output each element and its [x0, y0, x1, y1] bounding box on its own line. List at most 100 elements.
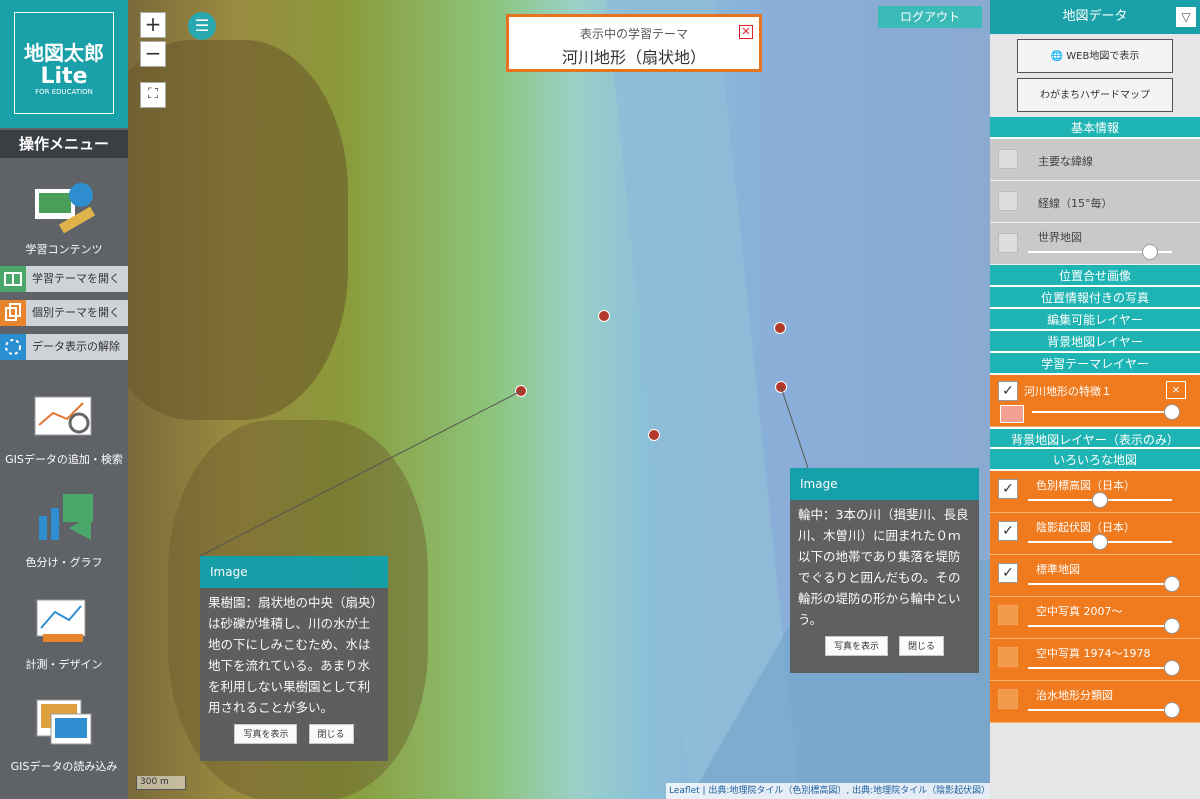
- slider-thumb[interactable]: [1164, 618, 1180, 634]
- popup-left-body: 果樹園：扇状地の中央（扇央）は砂礫が堆積し、川の水が土地の下にしみこむため、水は…: [208, 595, 377, 715]
- book-icon: [0, 266, 26, 292]
- menu-learning-contents[interactable]: 学習コンテンツ: [0, 165, 128, 265]
- menu-color-graph[interactable]: 色分け・グラフ: [0, 478, 128, 578]
- popup-left-close-button[interactable]: 閉じる: [308, 724, 354, 744]
- layer-checkbox[interactable]: [998, 689, 1018, 709]
- layer-checkbox[interactable]: [998, 233, 1018, 253]
- popup-right-header: Image: [790, 468, 979, 500]
- folder-icon: [29, 692, 99, 752]
- layer-checkbox[interactable]: ✓: [998, 521, 1018, 541]
- chevron-down-icon[interactable]: ▽: [1176, 7, 1196, 27]
- popup-right-close-button[interactable]: 閉じる: [899, 636, 945, 656]
- section-editable-layer[interactable]: 編集可能レイヤー: [990, 309, 1200, 331]
- section-various-maps[interactable]: いろいろな地図: [990, 449, 1200, 471]
- section-background-layer[interactable]: 背景地図レイヤー: [990, 331, 1200, 353]
- layer-label: 色別標高図（日本）: [1036, 479, 1135, 492]
- logo-tagline: FOR EDUCATION: [35, 88, 93, 96]
- theme-layer-color-swatch[interactable]: [1000, 405, 1024, 423]
- layer-checkbox[interactable]: [998, 605, 1018, 625]
- theme-layer-label: 河川地形の特徴１: [1024, 385, 1112, 398]
- layer-label: 主要な緯線: [1038, 155, 1093, 168]
- map-attribution: Leaflet | 出典:地理院タイル（色別標高図）, 出典:地理院タイル（陰影…: [666, 783, 990, 799]
- slider-thumb[interactable]: [1164, 702, 1180, 718]
- hazard-map-button[interactable]: わがまちハザードマップ: [1017, 78, 1173, 112]
- theme-layer-row[interactable]: ✓ 河川地形の特徴１ ×: [990, 375, 1200, 427]
- layer-row-color-elevation[interactable]: ✓ 色別標高図（日本）: [990, 471, 1200, 513]
- slider-thumb[interactable]: [1092, 534, 1108, 550]
- popup-right: Image 輪中：3本の川（揖斐川、長良川、木曽川）に囲まれた０ｍ以下の地帯であ…: [790, 468, 979, 673]
- layer-label: 陰影起伏図（日本）: [1036, 521, 1135, 534]
- slider-thumb[interactable]: [1142, 244, 1159, 260]
- gis-search-icon: [29, 385, 99, 445]
- menu-open-individual-theme[interactable]: 個別テーマを開く: [0, 300, 128, 326]
- theme-layer-remove-button[interactable]: ×: [1166, 381, 1186, 399]
- right-panel: 地図データ ▽ 🌐 WEB地図で表示 わがまちハザードマップ 基本情報 主要な緯…: [990, 0, 1200, 799]
- layer-checkbox[interactable]: [998, 149, 1018, 169]
- web-map-button-label: WEB地図で表示: [1066, 51, 1140, 62]
- menu-open-individual-theme-label: 個別テーマを開く: [32, 306, 120, 319]
- opacity-slider[interactable]: [1028, 702, 1180, 718]
- opacity-slider[interactable]: [1028, 534, 1172, 550]
- popup-right-show-photo-button[interactable]: 写真を表示: [824, 636, 888, 656]
- layer-label: 標準地図: [1036, 563, 1080, 576]
- logo-subtitle: Lite: [40, 64, 88, 89]
- learning-contents-icon: [29, 175, 99, 235]
- layer-checkbox[interactable]: ✓: [998, 563, 1018, 583]
- layer-checkbox[interactable]: ✓: [998, 479, 1018, 499]
- left-sidebar: 地図太郎 Lite FOR EDUCATION 操作メニュー 学習コンテンツ 学…: [0, 0, 128, 799]
- layer-checkbox[interactable]: [998, 647, 1018, 667]
- map-data-header: 地図データ ▽: [990, 0, 1200, 34]
- map-data-title: 地図データ: [1062, 9, 1128, 24]
- opacity-slider[interactable]: [1028, 660, 1180, 676]
- menu-color-graph-label: 色分け・グラフ: [25, 556, 103, 569]
- popup-left: Image 果樹園：扇状地の中央（扇央）は砂礫が堆積し、川の水が土地の下にしみこ…: [200, 556, 388, 761]
- menu-clear-data-label: データ表示の解除: [32, 340, 120, 353]
- web-map-button[interactable]: 🌐 WEB地図で表示: [1017, 39, 1173, 73]
- menu-open-learning-theme-label: 学習テーマを開く: [32, 272, 120, 285]
- section-background-display-only[interactable]: 背景地図レイヤー（表示のみ）: [990, 427, 1200, 449]
- layer-label: 経線（15°毎）: [1038, 197, 1113, 210]
- layer-row-major-latitudes[interactable]: 主要な緯線: [990, 139, 1200, 181]
- copy-icon: [0, 300, 26, 326]
- layer-row-world-map[interactable]: 世界地図: [990, 223, 1200, 265]
- spinner-icon: [0, 334, 26, 360]
- logo-title: 地図太郎: [24, 41, 104, 65]
- layer-checkbox[interactable]: [998, 191, 1018, 211]
- layer-checkbox[interactable]: ✓: [998, 381, 1018, 401]
- layer-row-standard-map[interactable]: ✓ 標準地図: [990, 555, 1200, 597]
- check-icon: ✓: [1002, 565, 1014, 581]
- opacity-slider[interactable]: [1028, 244, 1172, 260]
- ruler-icon: [29, 590, 99, 650]
- layer-row-meridians[interactable]: 経線（15°毎）: [990, 181, 1200, 223]
- menu-open-learning-theme[interactable]: 学習テーマを開く: [0, 266, 128, 292]
- layer-label: 世界地図: [1038, 231, 1082, 244]
- opacity-slider[interactable]: [1032, 404, 1180, 420]
- menu-gis-load[interactable]: GISデータの読み込み: [0, 682, 128, 782]
- popup-left-header: Image: [200, 556, 388, 588]
- menu-clear-data[interactable]: データ表示の解除: [0, 334, 128, 360]
- slider-thumb[interactable]: [1164, 660, 1180, 676]
- opacity-slider[interactable]: [1028, 576, 1180, 592]
- popup-left-show-photo-button[interactable]: 写真を表示: [234, 724, 298, 744]
- chart-icon: [29, 488, 99, 548]
- opacity-slider[interactable]: [1028, 492, 1172, 508]
- section-geotagged-photo[interactable]: 位置情報付きの写真: [990, 287, 1200, 309]
- layer-row-flood-landform[interactable]: 治水地形分類図: [990, 681, 1200, 723]
- menu-measure-design[interactable]: 計測・デザイン: [0, 580, 128, 680]
- layer-row-aerial-1974[interactable]: 空中写真 1974～1978: [990, 639, 1200, 681]
- slider-thumb[interactable]: [1164, 576, 1180, 592]
- menu-measure-design-label: 計測・デザイン: [25, 658, 103, 671]
- app-logo: 地図太郎 Lite FOR EDUCATION: [0, 0, 128, 128]
- layer-row-aerial-2007[interactable]: 空中写真 2007～: [990, 597, 1200, 639]
- slider-thumb[interactable]: [1092, 492, 1108, 508]
- slider-thumb[interactable]: [1164, 404, 1180, 420]
- section-align-image[interactable]: 位置合せ画像: [990, 265, 1200, 287]
- menu-gis-add-search[interactable]: GISデータの追加・検索: [0, 375, 128, 475]
- check-icon: ✓: [1002, 523, 1014, 539]
- layer-row-hillshade[interactable]: ✓ 陰影起伏図（日本）: [990, 513, 1200, 555]
- layer-label: 空中写真 2007～: [1036, 605, 1123, 618]
- section-learning-theme-layer[interactable]: 学習テーマレイヤー: [990, 353, 1200, 375]
- section-basic-info[interactable]: 基本情報: [990, 117, 1200, 139]
- opacity-slider[interactable]: [1028, 618, 1180, 634]
- map-canvas[interactable]: + − ⛶ ☰ ログアウト 表示中の学習テーマ 河川地形（扇状地） ✕ Imag…: [128, 0, 990, 799]
